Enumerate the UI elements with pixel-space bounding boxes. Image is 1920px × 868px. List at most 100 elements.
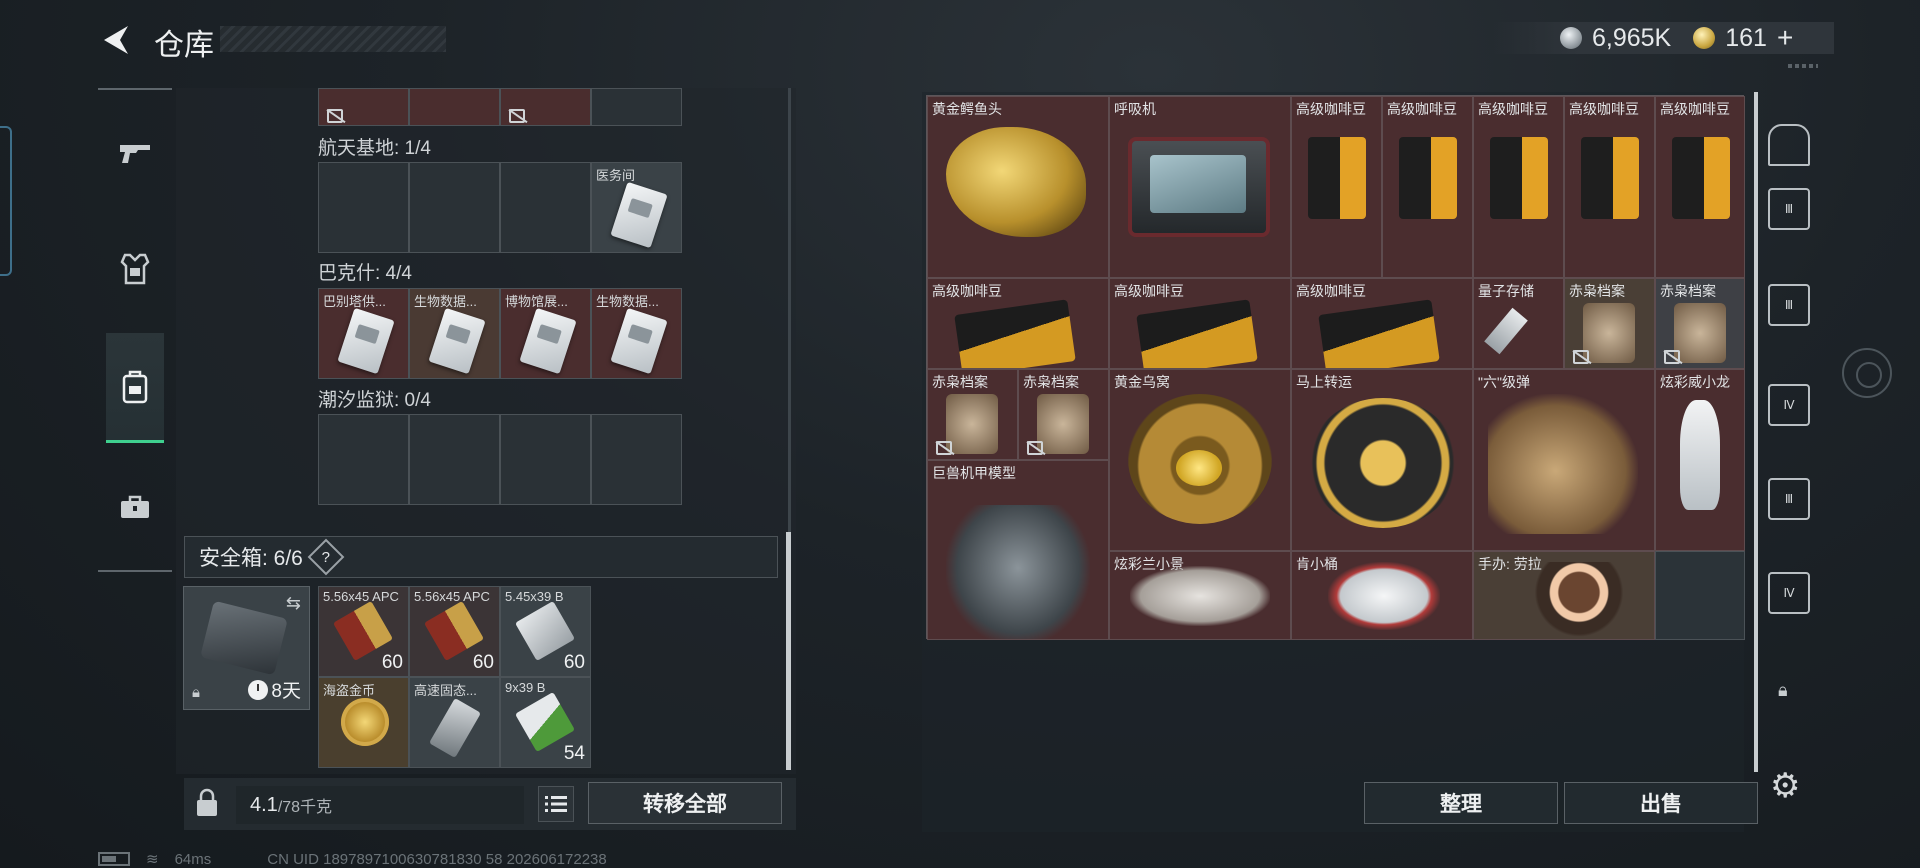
stash-item[interactable]: "六"级弹 — [1473, 369, 1655, 551]
stash-item[interactable]: 赤枭档案 — [1655, 278, 1745, 369]
container-label: 巴克什: 4/4 — [318, 263, 412, 284]
stash-item[interactable]: 赤枭档案 — [927, 369, 1018, 460]
stash-item[interactable]: 高级咖啡豆 — [1109, 278, 1291, 369]
stash-item[interactable]: 高级咖啡豆 — [1564, 96, 1655, 278]
weight-lock-icon[interactable] — [190, 782, 224, 824]
sell-button[interactable]: 出售 — [1564, 782, 1758, 824]
stash-item[interactable]: 高级咖啡豆 — [1291, 96, 1382, 278]
stash-item[interactable]: 炫彩兰小景 — [1109, 551, 1291, 640]
fortune-wheel-icon — [1308, 398, 1458, 528]
item-name: 博物馆展... — [505, 294, 568, 309]
stash-item[interactable]: 黄金鳄鱼头 — [927, 96, 1109, 278]
weight-max: /78千克 — [277, 799, 333, 816]
helmet-slot-icon[interactable] — [1768, 124, 1810, 166]
backpack-slot-4-icon[interactable]: Ⅳ — [1768, 384, 1810, 426]
key-card-slot[interactable]: 医务间 — [591, 162, 682, 253]
clock-icon — [248, 679, 269, 700]
toy-figure-icon — [1130, 566, 1270, 626]
gear-icon[interactable]: ⚙︎ — [1770, 766, 1800, 806]
empty-slot[interactable] — [591, 414, 682, 505]
item-name: 生物数据... — [596, 294, 659, 309]
safe-box-slots: 5.56x45 APC 60 5.56x45 APC 60 5.45x39 B 60 — [318, 586, 591, 677]
empty-slot[interactable] — [318, 162, 409, 253]
stash-item[interactable]: 巨兽机甲模型 — [927, 460, 1109, 640]
stash-item[interactable]: 赤枭档案 — [1018, 369, 1109, 460]
ammo-slot[interactable]: 5.56x45 APC 60 — [409, 586, 500, 677]
partial-slot-row — [318, 88, 682, 126]
wifi-icon: ≋ — [146, 851, 159, 868]
item-slot[interactable]: 高速固态... — [409, 677, 500, 768]
key-card-icon — [610, 307, 668, 375]
vest-slot-icon[interactable]: Ⅲ — [1768, 478, 1810, 520]
ammo-slot[interactable]: 5.45x39 B 60 — [500, 586, 591, 677]
coffee-bag-icon — [1308, 137, 1366, 219]
backpack-icon[interactable] — [112, 364, 158, 410]
add-currency-button[interactable]: + — [1777, 22, 1793, 54]
stash-item[interactable]: 高级咖啡豆 — [1655, 96, 1745, 278]
archive-icon — [946, 394, 998, 454]
sort-button[interactable]: 整理 — [1364, 782, 1558, 824]
transfer-all-button[interactable]: 转移全部 — [588, 782, 782, 824]
list-view-button[interactable] — [538, 786, 574, 822]
no-bind-icon — [1664, 350, 1680, 364]
stash-item[interactable]: 高级咖啡豆 — [927, 278, 1109, 369]
item-name: 医务间 — [596, 168, 636, 183]
gold-amount: 161 — [1725, 23, 1767, 52]
side-drawer-tab[interactable] — [0, 126, 12, 276]
uid-text: CN UID 1897897100630781830 58 2026061722… — [267, 850, 607, 868]
back-arrow-icon[interactable] — [98, 22, 132, 58]
empty-slot[interactable] — [500, 414, 591, 505]
stash-item[interactable]: 高级咖啡豆 — [1473, 96, 1564, 278]
stash-item[interactable]: 高级咖啡豆 — [1382, 96, 1473, 278]
list-icon — [545, 796, 567, 812]
safe-case-icon — [200, 600, 288, 676]
safe-slot-icon[interactable]: Ⅳ — [1768, 572, 1810, 614]
golden-nest-icon — [1128, 394, 1272, 524]
empty-slot[interactable] — [318, 414, 409, 505]
stash-scrollbar[interactable] — [1754, 92, 1758, 772]
item-slot[interactable] — [591, 88, 682, 126]
key-card-slot[interactable]: 博物馆展... — [500, 288, 591, 379]
ammo-slot[interactable]: 9x39 B 54 — [500, 677, 591, 768]
stash-item[interactable]: 赤枭档案 — [1564, 278, 1655, 369]
ventilator-icon — [1128, 137, 1270, 237]
stash-item[interactable]: 高级咖啡豆 — [1291, 278, 1473, 369]
key-card-slot[interactable]: 生物数据... — [591, 288, 682, 379]
armor-slot-icon[interactable]: Ⅲ — [1768, 188, 1810, 230]
safe-box-header: 安全箱: 6/6 ? — [184, 536, 778, 578]
container-label: 航天基地: 1/4 — [318, 138, 431, 159]
armor-icon[interactable] — [112, 246, 158, 292]
item-slot[interactable] — [318, 88, 409, 126]
safe-box-slots: 海盗金币 高速固态... 9x39 B 54 — [318, 677, 591, 768]
help-icon[interactable]: ? — [307, 538, 345, 576]
item-slot[interactable] — [409, 88, 500, 126]
empty-slot[interactable] — [409, 414, 500, 505]
stash-item[interactable]: 手办: 劳拉 — [1473, 551, 1655, 640]
stash-item[interactable]: 量子存储 — [1473, 278, 1564, 369]
lock-icon: 🔒︎ — [192, 684, 200, 701]
key-card-slot[interactable]: 生物数据... — [409, 288, 500, 379]
empty-slot[interactable] — [500, 162, 591, 253]
archive-icon — [1583, 303, 1635, 363]
ammo-slot[interactable]: 5.56x45 APC 60 — [318, 586, 409, 677]
key-card-slot[interactable]: 巴别塔供... — [318, 288, 409, 379]
item-slot[interactable]: 海盗金币 — [318, 677, 409, 768]
rail-divider — [98, 570, 172, 572]
gun-icon[interactable] — [112, 130, 158, 176]
empty-slot[interactable] — [1655, 551, 1745, 640]
left-scrollbar-thumb[interactable] — [786, 532, 791, 770]
swap-icon[interactable]: ⇆ — [286, 593, 301, 614]
stash-item[interactable]: 黄金乌窝 — [1109, 369, 1291, 551]
safe-case-slot[interactable]: ⇆ 🔒︎ 8天 — [183, 586, 310, 710]
stash-item[interactable]: 肯小桶 — [1291, 551, 1473, 640]
crosshair-icon — [1842, 348, 1892, 398]
item-name: 生物数据... — [414, 294, 477, 309]
stash-item[interactable]: 炫彩威小龙 — [1655, 369, 1745, 551]
armor-slot-3-icon[interactable]: Ⅲ — [1768, 284, 1810, 326]
item-slot[interactable] — [500, 88, 591, 126]
stash-item[interactable]: 呼吸机 — [1109, 96, 1291, 278]
toolbox-icon[interactable] — [112, 484, 158, 530]
stash-item[interactable]: 马上转运 — [1291, 369, 1473, 551]
empty-slot[interactable] — [409, 162, 500, 253]
container-slots: 巴别塔供... 生物数据... 博物馆展... 生物数据... — [318, 288, 682, 379]
